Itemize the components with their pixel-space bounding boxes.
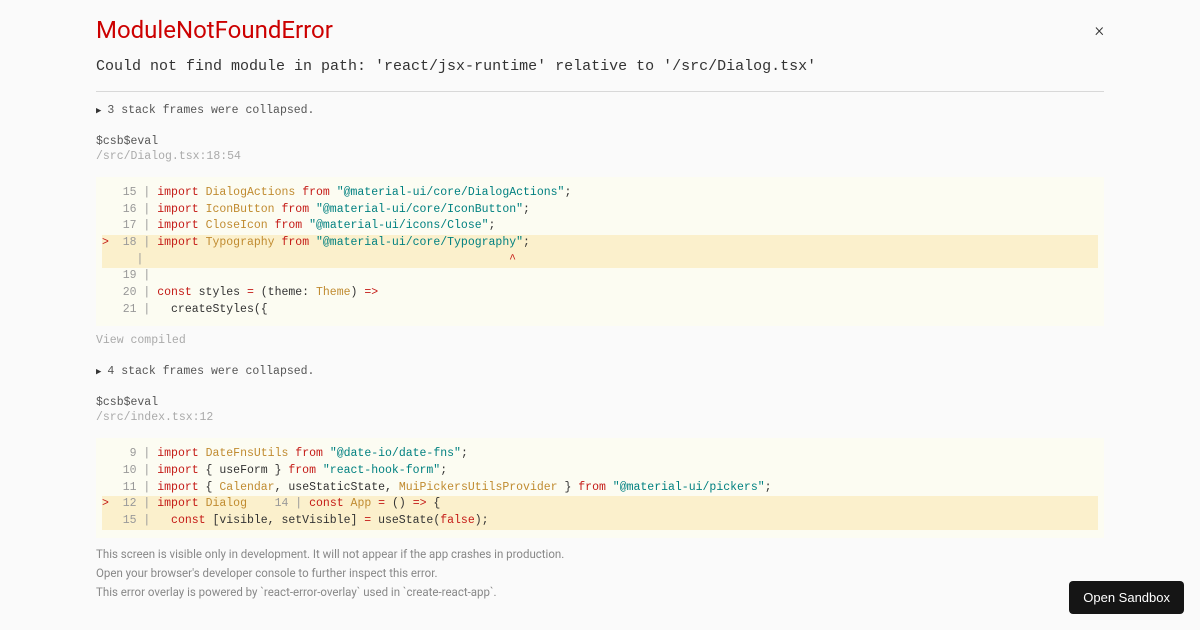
- collapsed-frames-toggle[interactable]: ▶ 3 stack frames were collapsed.: [96, 104, 1104, 117]
- collapsed-frames-label: 3 stack frames were collapsed.: [107, 104, 314, 117]
- stack-frame-label: $csb$eval: [96, 135, 1104, 148]
- open-sandbox-button[interactable]: Open Sandbox: [1069, 581, 1184, 614]
- footer-line: Open your browser's developer console to…: [96, 565, 1104, 582]
- footer-line: This screen is visible only in developme…: [96, 546, 1104, 563]
- view-compiled-link[interactable]: View compiled: [96, 334, 1104, 347]
- close-icon[interactable]: ×: [1095, 20, 1104, 41]
- chevron-right-icon: ▶: [96, 106, 101, 116]
- error-title: ModuleNotFoundError: [96, 16, 1104, 44]
- footer-notes: This screen is visible only in developme…: [96, 546, 1104, 602]
- divider: [96, 91, 1104, 92]
- stack-frame-label: $csb$eval: [96, 396, 1104, 409]
- collapsed-frames-toggle[interactable]: ▶ 4 stack frames were collapsed.: [96, 365, 1104, 378]
- stack-frame-location: /src/index.tsx:12: [96, 411, 1104, 424]
- stack-frame-location: /src/Dialog.tsx:18:54: [96, 150, 1104, 163]
- code-snippet: 9 | import DateFnsUtils from "@date-io/d…: [96, 438, 1104, 537]
- chevron-right-icon: ▶: [96, 367, 101, 377]
- error-message: Could not find module in path: 'react/js…: [96, 58, 1104, 75]
- collapsed-frames-label: 4 stack frames were collapsed.: [107, 365, 314, 378]
- code-snippet: 15 | import DialogActions from "@materia…: [96, 177, 1104, 326]
- footer-line: This error overlay is powered by `react-…: [96, 584, 1104, 601]
